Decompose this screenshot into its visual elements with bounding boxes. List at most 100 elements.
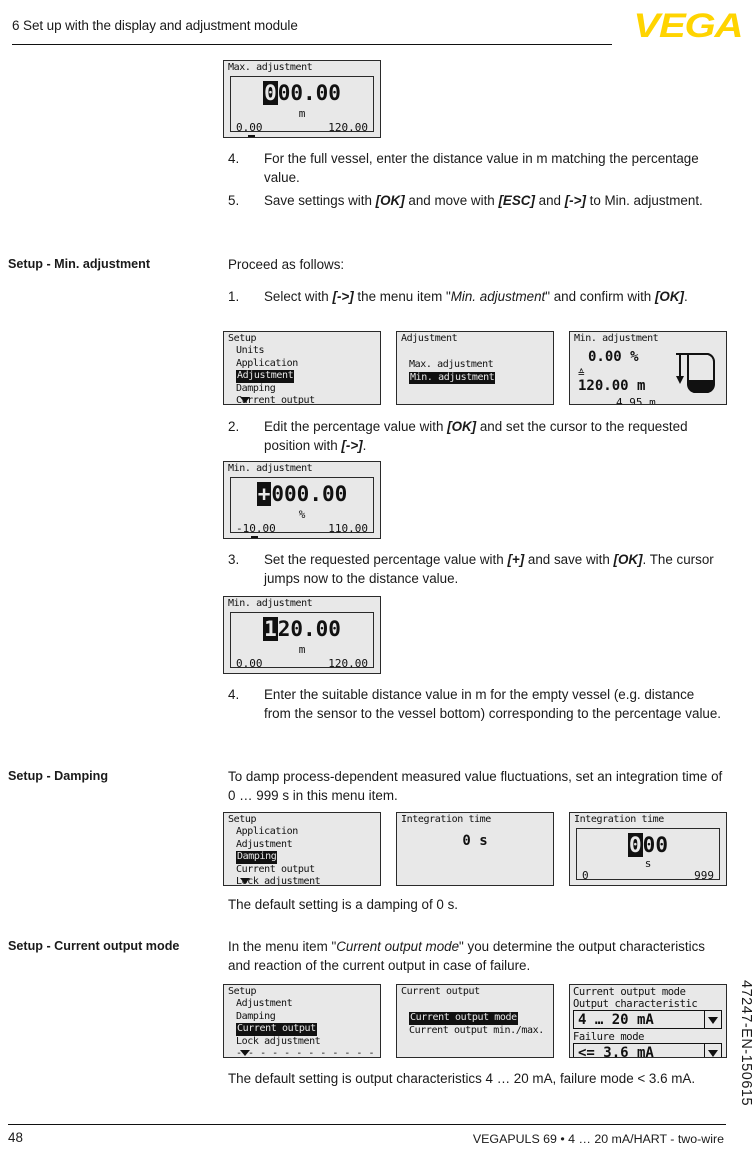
menu-item[interactable]: Current output — [236, 864, 320, 877]
key-label-ok: [OK] — [613, 552, 643, 567]
lcd-setup-menu-damping: Setup Application Adjustment Damping Cur… — [223, 812, 381, 886]
menu-item-label: Max. adjustment — [409, 359, 494, 370]
scale-tick — [307, 538, 309, 539]
lcd-inner-frame: 000 s 0 999 — [576, 828, 720, 882]
list-text: Select with — [264, 289, 333, 304]
scale-marker — [248, 135, 256, 137]
lcd-scale-high: 120.00 — [328, 657, 368, 670]
intro-text-min-adjustment: Proceed as follows: — [228, 257, 345, 272]
list-item: 4. Enter the suitable distance value in … — [228, 686, 724, 723]
menu-item-label: Units — [236, 345, 265, 356]
output-characteristic-value: 4 … 20 mA — [578, 1012, 654, 1028]
list-text: and save with — [524, 552, 614, 567]
scale-tick — [335, 137, 337, 138]
lcd-inner-frame: +000.00 % -10.00 110.00 — [230, 477, 374, 538]
list-number: 4. — [228, 151, 240, 166]
lcd-scale-low: 0 — [582, 869, 589, 882]
lcd-current-output-menu: Current output Current output mode Curre… — [396, 984, 554, 1058]
list-number: 3. — [228, 552, 240, 567]
lcd-setup-menu-current-output: Setup Adjustment Damping Current output … — [223, 984, 381, 1058]
list-text: Enter the suitable distance value in m f… — [264, 687, 722, 721]
menu-item-name: Min. adjustment — [450, 289, 546, 304]
lcd-scale-ruler — [250, 536, 309, 539]
lcd-unit: m — [298, 107, 306, 120]
scale-tick — [653, 885, 655, 886]
lcd-scale-low: 0.00 — [236, 121, 263, 134]
chevron-down-icon[interactable] — [704, 1044, 721, 1057]
lcd-inner-frame: 000.00 m 0.00 120.00 — [230, 76, 374, 137]
menu-item-label: Application — [236, 357, 298, 369]
lcd-value: 0 s — [462, 833, 488, 849]
menu-item[interactable]: Adjustment — [236, 839, 320, 852]
lcd-title: Integration time — [574, 814, 664, 825]
lcd-unit: m — [298, 643, 306, 656]
intro-text-current-output-mode: In the menu item "Current output mode" y… — [228, 938, 724, 975]
lcd-percent-value: 0.00 % — [588, 349, 639, 365]
menu-item[interactable]: Lock adjustment — [236, 1036, 380, 1049]
list-item: 1. Select with [->] the menu item "Min. … — [228, 288, 724, 307]
lcd-scale-low: 0.00 — [236, 657, 263, 670]
menu-item-selected[interactable]: Current output — [236, 1023, 380, 1036]
output-characteristic-label: Output characteristic — [573, 998, 698, 1010]
lcd-value: +000.00 — [231, 482, 373, 506]
failure-mode-value: <= 3.6 mA — [578, 1045, 654, 1058]
lcd-rest-digits: 00.00 — [277, 81, 341, 105]
menu-item[interactable]: Adjustment — [236, 998, 380, 1011]
failure-mode-label: Failure mode — [573, 1031, 645, 1043]
lcd-menu-list: Current output mode Current output min./… — [409, 1012, 544, 1037]
failure-mode-select[interactable]: <= 3.6 mA — [573, 1043, 722, 1058]
vega-logo: VEGA — [633, 7, 743, 45]
lcd-title: Min. adjustment — [228, 598, 313, 609]
lcd-menu-root: Setup — [228, 333, 257, 344]
marginal-heading-current-output-mode: Setup - Current output mode — [8, 939, 180, 953]
lcd-adjustment-menu: Adjustment Max. adjustment Min. adjustme… — [396, 331, 554, 405]
menu-item-label: Current output mode — [409, 1012, 518, 1025]
menu-item-selected[interactable]: Damping — [236, 851, 320, 864]
note-part: The default setting is output characteri… — [228, 1071, 634, 1086]
chevron-down-icon[interactable] — [240, 878, 250, 884]
lcd-menu-list: Adjustment Damping Current output Lock a… — [236, 998, 380, 1057]
menu-item[interactable]: Max. adjustment — [409, 359, 495, 372]
lcd-menu-root: Setup — [228, 986, 257, 997]
key-label-right: [->] — [332, 289, 354, 304]
menu-item[interactable]: Damping — [236, 1010, 380, 1024]
list-number: 4. — [228, 687, 240, 702]
marginal-heading-min-adjustment: Setup - Min. adjustment — [8, 257, 151, 271]
lcd-setup-menu-adjustment: Setup Units Application Adjustment Dampi… — [223, 331, 381, 405]
list-text: Set the requested percentage value with — [264, 552, 508, 567]
menu-item-selected[interactable]: Min. adjustment — [409, 371, 496, 385]
chevron-down-icon[interactable] — [240, 397, 250, 403]
lcd-value: 000 — [577, 833, 719, 857]
menu-item[interactable]: Application — [236, 826, 320, 839]
scale-tick — [279, 673, 281, 674]
menu-item-label: Current output — [236, 1023, 317, 1036]
lcd-meter-value: 120.00 m — [578, 378, 646, 394]
page-header: 6 Set up with the display and adjustment… — [8, 8, 748, 52]
lcd-title: Min. adjustment — [574, 333, 659, 344]
lcd-distance-value: 4.95 m — [616, 396, 656, 405]
list-text: . — [683, 289, 688, 304]
menu-item-label: Adjustment — [236, 370, 295, 383]
vessel-icon — [676, 353, 715, 393]
list-item: 4. For the full vessel, enter the distan… — [228, 150, 724, 187]
lcd-unit: % — [298, 508, 306, 521]
menu-item-label: Damping — [236, 1010, 276, 1022]
output-characteristic-select[interactable]: 4 … 20 mA — [573, 1010, 722, 1029]
scale-tick — [279, 538, 281, 539]
menu-item-selected[interactable]: Adjustment — [236, 370, 315, 383]
lcd-integration-time-value: Integration time 0 s — [396, 812, 554, 886]
chevron-down-icon[interactable] — [240, 1050, 250, 1056]
key-label-ok: [OK] — [375, 193, 405, 208]
menu-item-selected[interactable]: Current output mode — [409, 1012, 544, 1025]
menu-item[interactable]: Current output min./max. — [409, 1025, 544, 1038]
key-label-right: [->] — [341, 437, 363, 453]
menu-item-label: Adjustment — [236, 838, 293, 850]
key-label-ok: [OK] — [447, 419, 477, 434]
chevron-down-icon[interactable] — [704, 1011, 721, 1028]
list-text: to Min. adjustment. — [585, 193, 703, 208]
scale-tick — [307, 673, 309, 674]
lcd-scale-ruler — [248, 135, 337, 138]
menu-item[interactable]: Application — [236, 358, 315, 371]
menu-item[interactable]: Units — [236, 345, 315, 358]
menu-item[interactable]: Damping — [236, 383, 315, 396]
